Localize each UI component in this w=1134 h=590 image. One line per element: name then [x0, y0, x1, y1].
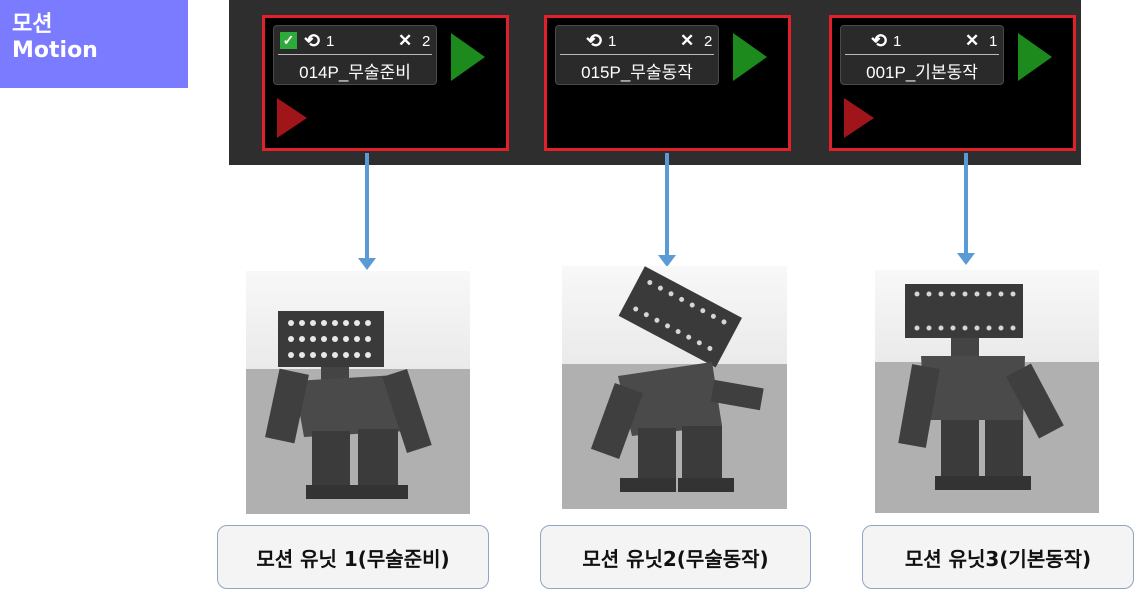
close-icon[interactable]: ✕	[680, 31, 694, 51]
caption-motion-unit-1: 모션 유닛 1(무술준비)	[217, 525, 489, 589]
caption-motion-unit-2: 모션 유닛2(무술동작)	[540, 525, 811, 589]
play-red-icon[interactable]	[844, 98, 874, 138]
motion-unit-strip: ✓ ⟲ 1 ✕ 2 014P_무술준비 ⟲ 1 ✕ 2 015P_무술동작 ⟲ …	[229, 0, 1081, 165]
play-green-icon[interactable]	[1018, 33, 1052, 81]
motion-label-english: Motion	[12, 38, 98, 63]
motion-name: 014P_무술준비	[299, 63, 411, 82]
arrow-down-3	[964, 153, 968, 253]
motion-unit-2-info[interactable]: ⟲ 1 ✕ 2 015P_무술동작	[555, 25, 719, 85]
robot-figure-2	[590, 266, 764, 492]
divider	[845, 54, 999, 55]
times-count: 2	[422, 33, 431, 50]
loop-icon: ⟲	[871, 31, 887, 52]
motion-unit-2[interactable]: ⟲ 1 ✕ 2 015P_무술동작	[544, 15, 791, 151]
motion-name: 015P_무술동작	[581, 63, 693, 82]
loop-icon: ⟲	[304, 31, 320, 52]
arrow-down-1	[365, 153, 369, 258]
motion-unit-1-info[interactable]: ✓ ⟲ 1 ✕ 2 014P_무술준비	[273, 25, 437, 85]
times-count: 2	[704, 33, 713, 50]
motion-unit-3-info[interactable]: ⟲ 1 ✕ 1 001P_기본동작	[840, 25, 1004, 85]
robot-pose-image-3	[875, 270, 1099, 513]
play-red-icon[interactable]	[277, 98, 307, 138]
repeat-count: 1	[893, 33, 902, 50]
robot-pose-image-2	[562, 266, 787, 509]
motion-unit-3[interactable]: ⟲ 1 ✕ 1 001P_기본동작	[829, 15, 1076, 151]
robot-figure-1	[265, 311, 432, 499]
play-green-icon[interactable]	[733, 33, 767, 81]
repeat-count: 1	[326, 33, 335, 50]
arrow-down-2	[665, 153, 669, 255]
robot-figure-3	[898, 284, 1064, 490]
caption-motion-unit-3: 모션 유닛3(기본동작)	[862, 525, 1134, 589]
divider	[560, 54, 714, 55]
motion-name: 001P_기본동작	[866, 63, 978, 82]
arrow-head-1	[358, 258, 376, 270]
checkbox-checked-icon[interactable]: ✓	[280, 32, 297, 49]
close-icon[interactable]: ✕	[398, 31, 412, 51]
robot-pose-image-1	[246, 271, 470, 514]
motion-unit-1[interactable]: ✓ ⟲ 1 ✕ 2 014P_무술준비	[262, 15, 509, 151]
divider	[278, 54, 432, 55]
times-count: 1	[989, 33, 998, 50]
close-icon[interactable]: ✕	[965, 31, 979, 51]
motion-section-label: 모션 Motion	[0, 0, 188, 88]
repeat-count: 1	[608, 33, 617, 50]
motion-label-korean: 모션	[12, 12, 53, 37]
play-green-icon[interactable]	[451, 33, 485, 81]
loop-icon: ⟲	[586, 31, 602, 52]
arrow-head-3	[957, 253, 975, 265]
